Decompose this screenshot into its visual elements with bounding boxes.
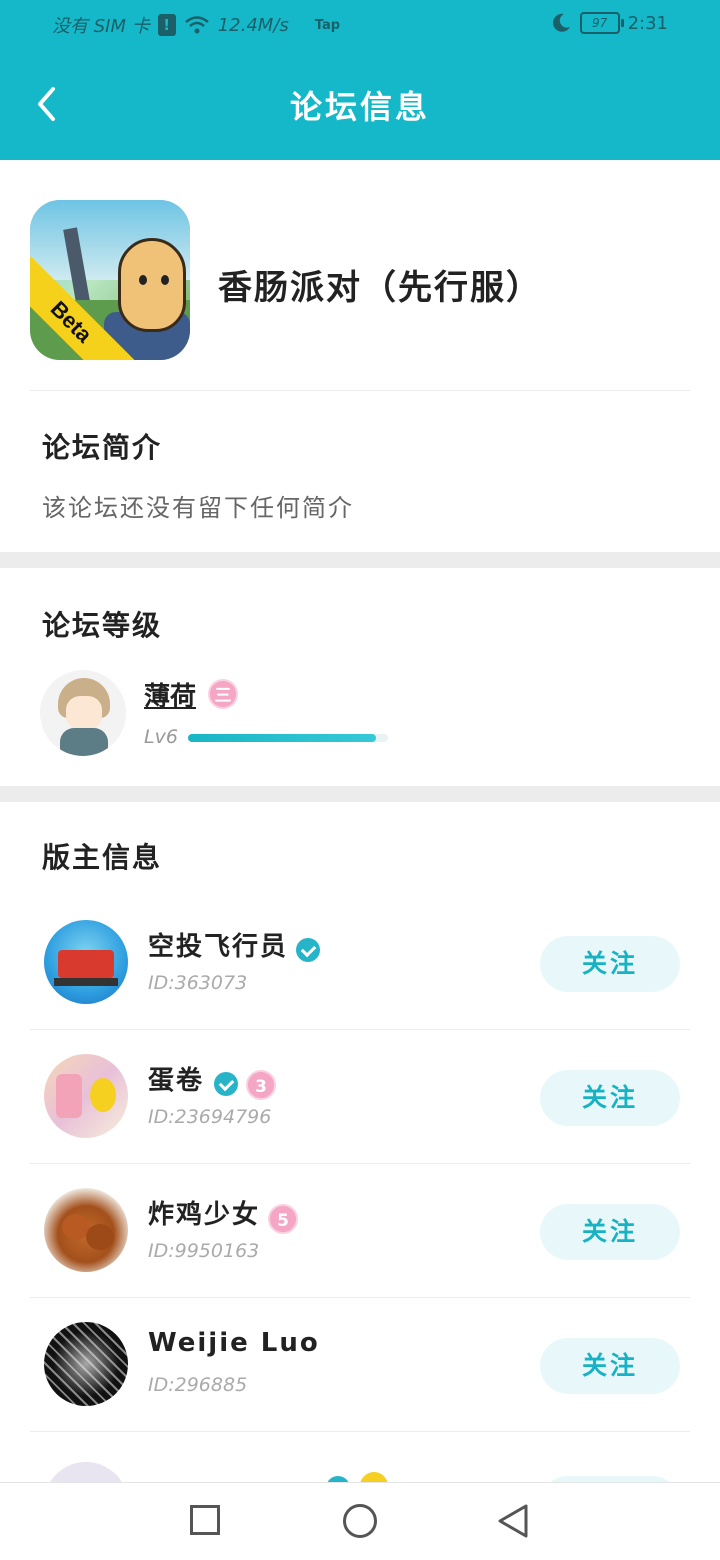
moderator-name[interactable]: 炸鸡少女: [148, 1194, 260, 1231]
circle-icon[interactable]: [343, 1504, 377, 1538]
moderator-row: 蛋卷 3 ID:23694796 关注: [0, 1030, 720, 1164]
level-user-avatar[interactable]: [40, 670, 126, 756]
train-base: [54, 978, 118, 986]
card-shape: [56, 1074, 82, 1118]
moderators-section-title: 版主信息: [42, 841, 163, 874]
system-nav-bar: [0, 1482, 720, 1560]
moderator-row-partial: [0, 1432, 720, 1482]
moderator-id: ID:363073: [148, 972, 248, 994]
character-eye: [139, 275, 147, 285]
section-gap: [0, 552, 720, 568]
moderator-id: ID:9950163: [148, 1240, 260, 1262]
follow-button[interactable]: 关注: [540, 936, 680, 992]
level-user-name[interactable]: 薄荷: [144, 676, 196, 713]
carrier-text: 没有 SIM 卡: [52, 16, 150, 37]
follow-button[interactable]: 关注: [540, 1070, 680, 1126]
verified-badge-icon: [296, 938, 320, 962]
train-shape: [58, 950, 114, 978]
game-name: 香肠派对（先行服）: [218, 268, 542, 308]
triangle-back-icon[interactable]: [496, 1503, 530, 1539]
network-speed: 12.4M/s: [217, 14, 289, 36]
moderator-id: ID:23694796: [148, 1106, 272, 1128]
follow-button[interactable]: 关注: [540, 1338, 680, 1394]
moderator-name[interactable]: 蛋卷: [148, 1060, 204, 1097]
level-label: Lv6: [144, 726, 178, 748]
chicken-piece: [86, 1224, 114, 1250]
tap-badge: Tap: [314, 17, 341, 33]
avatar-face: [66, 696, 102, 730]
game-icon[interactable]: Beta: [30, 200, 190, 360]
rank-badge-icon: [360, 1472, 388, 1482]
moderator-row: 炸鸡少女 5 ID:9950163 关注: [0, 1164, 720, 1298]
moderator-avatar[interactable]: [44, 1462, 128, 1482]
status-left: 没有 SIM 卡 ! 12.4M/s Tap: [52, 12, 340, 38]
level-progress-track: [188, 734, 388, 742]
moderator-avatar[interactable]: [44, 1322, 128, 1406]
verified-badge-icon: [214, 1072, 238, 1096]
moon-icon: [552, 13, 570, 32]
rank-badge: 5: [268, 1204, 298, 1234]
clock-time: 2:31: [627, 12, 668, 34]
duck-shape: [90, 1078, 116, 1112]
level-section-title: 论坛等级: [42, 609, 163, 642]
moderator-id: ID:296885: [148, 1374, 248, 1396]
moderator-row: 空投飞行员 ID:363073 关注: [0, 896, 720, 1030]
divider: [30, 390, 690, 391]
rank-badge: 三: [208, 679, 238, 709]
section-gap: [0, 786, 720, 802]
dome-highlight: [44, 1322, 128, 1406]
sim-alert-icon: !: [157, 14, 176, 36]
wifi-icon: [184, 16, 209, 34]
page-title: 论坛信息: [289, 88, 430, 126]
game-card: Beta 香肠派对（先行服）: [0, 160, 720, 390]
status-bar: 没有 SIM 卡 ! 12.4M/s Tap 97 2:31: [0, 0, 720, 52]
level-progress-fill: [188, 734, 376, 742]
character-eye: [161, 275, 169, 285]
moderator-avatar[interactable]: [44, 920, 128, 1004]
intro-text: 该论坛还没有留下任何简介: [42, 494, 354, 522]
square-icon[interactable]: [190, 1505, 220, 1535]
moderator-name[interactable]: Weijie Luo: [148, 1328, 320, 1358]
moderator-name[interactable]: 空投飞行员: [148, 926, 288, 963]
moderator-avatar[interactable]: [44, 1054, 128, 1138]
status-right: 97 2:31: [550, 12, 668, 34]
moderator-row: Weijie Luo ID:296885 关注: [0, 1298, 720, 1432]
battery-indicator: 97: [579, 12, 624, 34]
sausage-character: [118, 238, 186, 332]
intro-section-title: 论坛简介: [42, 431, 163, 464]
moderator-avatar[interactable]: [44, 1188, 128, 1272]
app-header: 没有 SIM 卡 ! 12.4M/s Tap 97 2:31 论坛信息: [0, 0, 720, 160]
avatar-body: [60, 728, 108, 756]
rank-badge: 3: [246, 1070, 276, 1100]
follow-button[interactable]: 关注: [540, 1204, 680, 1260]
